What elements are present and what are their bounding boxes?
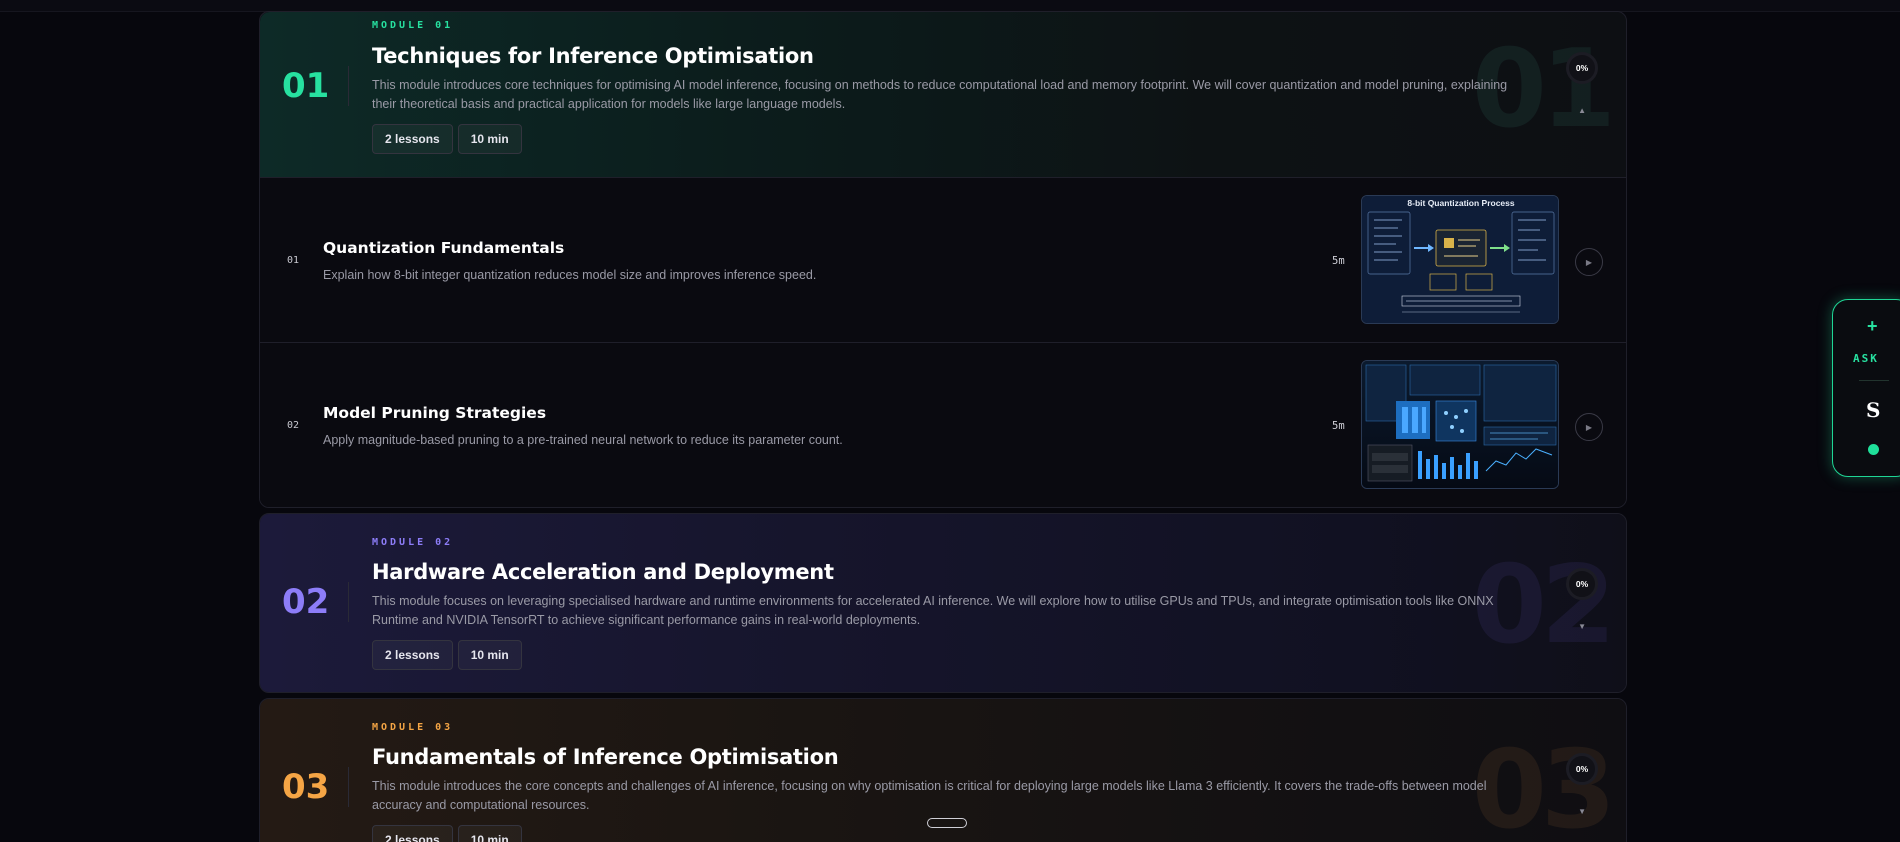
- lessons-count-badge: 2 lessons: [372, 124, 453, 154]
- module-label: MODULE 01: [372, 20, 454, 31]
- lesson-title: Model Pruning Strategies: [323, 404, 547, 422]
- lesson-description: Apply magnitude-based pruning to a pre-t…: [323, 433, 843, 447]
- pruning-dashboard-image: [1362, 361, 1558, 488]
- play-icon[interactable]: ▶: [1575, 413, 1603, 441]
- plus-icon[interactable]: +: [1867, 316, 1878, 337]
- module-description: This module focuses on leveraging specia…: [372, 594, 1494, 627]
- divider: [348, 767, 349, 807]
- lessons-count-badge: 2 lessons: [372, 640, 453, 670]
- lesson-duration: 5m: [1332, 255, 1345, 267]
- divider: [348, 66, 349, 106]
- status-dot: [1868, 444, 1879, 455]
- lessons-count-badge: 2 lessons: [372, 825, 453, 842]
- module-description: This module introduces the core concepts…: [372, 779, 1487, 812]
- divider: [348, 582, 349, 622]
- module-title: Techniques for Inference Optimisation: [372, 44, 814, 68]
- lesson-title: Quantization Fundamentals: [323, 239, 565, 257]
- progress-ring: 0%: [1566, 753, 1598, 785]
- duration-badge: 10 min: [457, 124, 522, 154]
- module-label: MODULE 03: [372, 722, 454, 733]
- module-card-02: 02 02 MODULE 02 Hardware Acceleration an…: [259, 513, 1627, 693]
- lesson-description: Explain how 8-bit integer quantization r…: [323, 268, 817, 282]
- quantization-diagram-image: 8-bit Quantization Process: [1362, 196, 1558, 323]
- lesson-row[interactable]: 01 Quantization Fundamentals Explain how…: [260, 177, 1626, 342]
- module-label: MODULE 02: [372, 537, 454, 548]
- thumbnail-title: 8-bit Quantization Process: [1407, 198, 1514, 208]
- module-meta: 2 lessons 10 min: [372, 124, 522, 154]
- ask-button[interactable]: ASK: [1853, 352, 1879, 365]
- progress-ring: 0%: [1566, 568, 1598, 600]
- module-title: Hardware Acceleration and Deployment: [372, 560, 834, 584]
- lesson-row[interactable]: 02 Model Pruning Strategies Apply magnit…: [260, 342, 1626, 507]
- module-card-01: 01 01 MODULE 01 Techniques for Inference…: [259, 11, 1627, 508]
- module-header[interactable]: 01 01 MODULE 01 Techniques for Inference…: [260, 12, 1626, 177]
- chevron-down-icon[interactable]: ▼: [1578, 807, 1586, 816]
- module-title: Fundamentals of Inference Optimisation: [372, 745, 839, 769]
- module-list: 01 01 MODULE 01 Techniques for Inference…: [259, 11, 1627, 842]
- chevron-up-icon[interactable]: ▲: [1578, 106, 1586, 115]
- lesson-number: 01: [287, 255, 300, 266]
- module-meta: 2 lessons 10 min: [372, 825, 522, 842]
- scroll-indicator[interactable]: [927, 818, 967, 828]
- lesson-thumbnail[interactable]: 8-bit Quantization Process: [1361, 195, 1559, 324]
- duration-badge: 10 min: [457, 825, 522, 842]
- lesson-thumbnail[interactable]: [1361, 360, 1559, 489]
- module-number: 03: [282, 767, 330, 807]
- chevron-down-icon[interactable]: ▼: [1578, 622, 1586, 631]
- module-number: 01: [282, 66, 330, 106]
- ask-assistant-panel: + ASK S: [1832, 299, 1900, 477]
- avatar[interactable]: S: [1866, 398, 1880, 422]
- lesson-duration: 5m: [1332, 420, 1345, 432]
- divider: [1859, 380, 1889, 381]
- duration-badge: 10 min: [457, 640, 522, 670]
- module-description: This module introduces core techniques f…: [372, 78, 1508, 111]
- module-meta: 2 lessons 10 min: [372, 640, 522, 670]
- lesson-number: 02: [287, 420, 300, 431]
- module-header[interactable]: 02 02 MODULE 02 Hardware Acceleration an…: [260, 514, 1626, 692]
- progress-ring: 0%: [1566, 52, 1598, 84]
- play-icon[interactable]: ▶: [1575, 248, 1603, 276]
- module-number: 02: [282, 582, 330, 622]
